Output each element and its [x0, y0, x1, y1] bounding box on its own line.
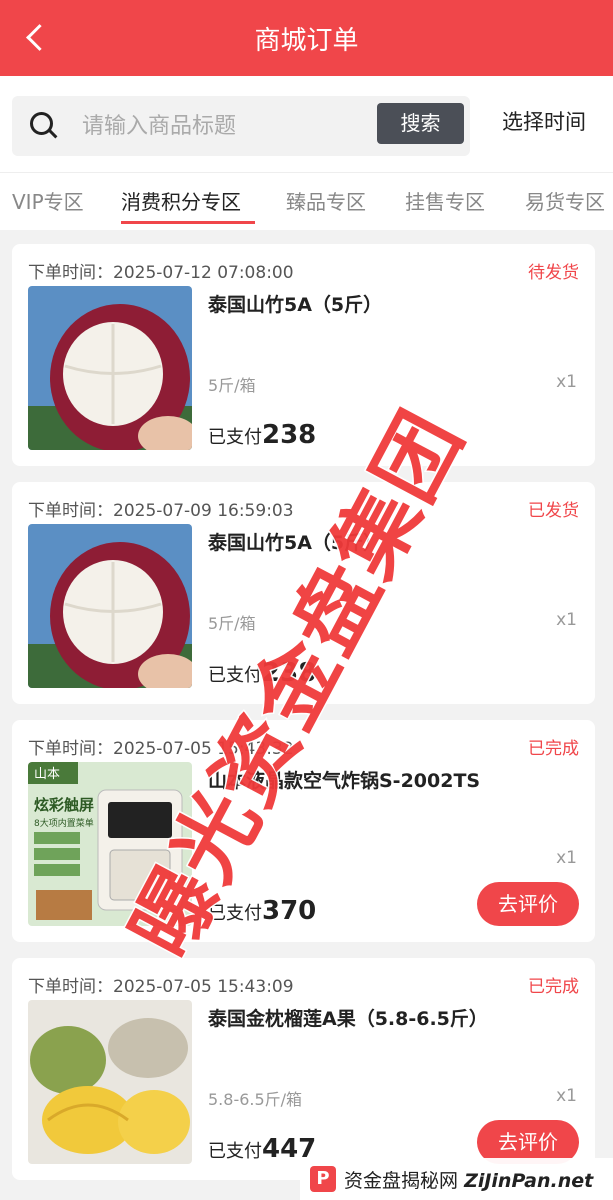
- product-image-mangosteen[interactable]: [28, 524, 192, 688]
- tab-barter[interactable]: 易货专区: [525, 186, 605, 215]
- top-nav-bar: 商城订单: [0, 0, 613, 76]
- order-status: 待发货: [528, 263, 579, 283]
- order-card[interactable]: 下单时间：2025-07-12 07:08:00 待发货 泰国山竹5A（5斤） …: [12, 244, 595, 466]
- paid-amount: 已支付238: [208, 420, 317, 450]
- order-time: 下单时间：2025-07-12 07:08:00: [28, 263, 294, 283]
- order-time: 下单时间：2025-07-05 15:43:09: [28, 977, 294, 997]
- order-card[interactable]: 下单时间：2025-07-05 15:43:09 已完成 泰国金枕榴莲A果（5.…: [12, 958, 595, 1180]
- site-name: 资金盘揭秘网 ZiJinPan.net: [344, 1170, 594, 1192]
- order-status: 已完成: [528, 977, 579, 997]
- page-title: 商城订单: [254, 26, 359, 56]
- svg-text:山本: 山本: [34, 767, 60, 782]
- order-time: 下单时间：2025-07-09 16:59:03: [28, 501, 294, 521]
- product-spec: 5斤/箱: [208, 376, 256, 395]
- product-name[interactable]: 泰国金枕榴莲A果（5.8-6.5斤）: [208, 1004, 488, 1031]
- site-logo-icon: P: [310, 1166, 336, 1192]
- tab-resale[interactable]: 挂售专区: [405, 186, 485, 215]
- product-quantity: x1: [556, 372, 577, 392]
- product-spec: 5.8-6.5斤/箱: [208, 1090, 303, 1109]
- svg-text:8大项内置菜单: 8大项内置菜单: [34, 817, 94, 829]
- product-quantity: x1: [556, 1086, 577, 1106]
- paid-amount: 已支付447: [208, 1134, 317, 1164]
- category-tabs: VIP专区 消费积分专区 臻品专区 挂售专区 易货专区: [0, 172, 613, 230]
- active-tab-indicator: [121, 221, 255, 224]
- product-quantity: x1: [556, 848, 577, 868]
- product-image-durian[interactable]: [28, 1000, 192, 1164]
- product-image-mangosteen[interactable]: [28, 286, 192, 450]
- order-status: 已发货: [528, 501, 579, 521]
- order-status: 已完成: [528, 739, 579, 759]
- product-quantity: x1: [556, 610, 577, 630]
- product-name[interactable]: 泰国山竹5A（5斤）: [208, 290, 382, 317]
- tab-premium[interactable]: 臻品专区: [286, 186, 366, 215]
- tab-consumption-points[interactable]: 消费积分专区: [121, 186, 241, 215]
- tab-vip[interactable]: VIP专区: [12, 186, 84, 215]
- review-button[interactable]: 去评价: [477, 882, 579, 926]
- search-button[interactable]: 搜索: [377, 103, 464, 144]
- search-icon: [30, 112, 58, 140]
- svg-text:炫彩触屏: 炫彩触屏: [34, 796, 94, 814]
- select-time-button[interactable]: 选择时间: [502, 106, 586, 136]
- search-input[interactable]: [82, 108, 367, 144]
